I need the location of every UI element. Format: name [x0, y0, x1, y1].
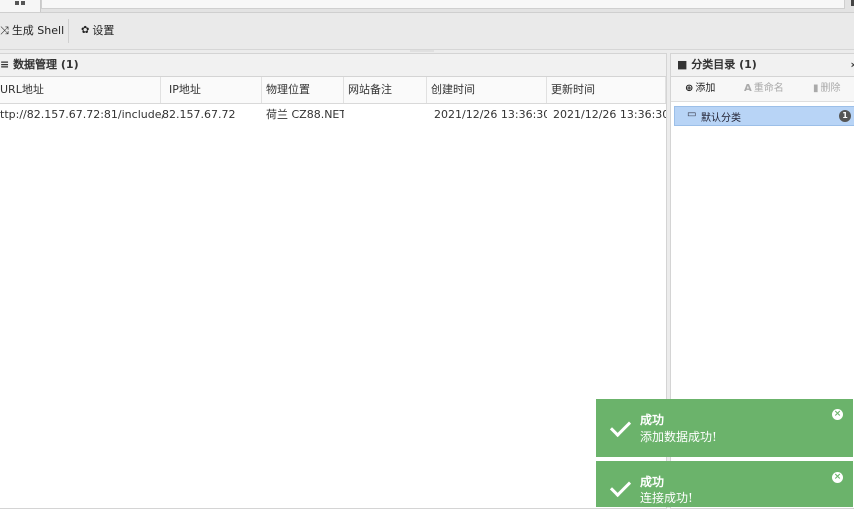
- generate-shell-button[interactable]: ⤨ 生成 Shell: [0, 22, 64, 40]
- folder-icon: ■: [677, 58, 688, 71]
- cell-ip: 82.157.67.72: [162, 108, 236, 121]
- main-toolbar: ⤨ 生成 Shell ✿ 设置: [0, 13, 854, 50]
- shuffle-icon: ⤨: [0, 24, 9, 37]
- resize-handle[interactable]: [410, 50, 434, 52]
- column-header-ip[interactable]: IP地址: [165, 77, 262, 103]
- column-header-url[interactable]: URL地址: [0, 77, 161, 103]
- toast-title: 成功: [640, 475, 665, 489]
- cell-created: 2021/12/26 13:36:30: [434, 108, 547, 121]
- close-icon[interactable]: ×: [832, 472, 843, 483]
- cell-location: 荷兰 CZ88.NET: [266, 108, 344, 121]
- column-header-updated[interactable]: 更新时间: [547, 77, 666, 103]
- toolbar-divider: [68, 19, 69, 43]
- rename-category-button[interactable]: A 重命名: [744, 77, 784, 101]
- toast-message: 连接成功!: [640, 491, 693, 505]
- plus-circle-icon: ⊕: [685, 83, 694, 94]
- checkmark-icon: [609, 415, 632, 438]
- list-icon: ≡: [0, 58, 10, 71]
- cell-updated: 2021/12/26 13:36:30: [553, 108, 666, 121]
- folder-outline-icon: ▭: [687, 109, 697, 120]
- data-management-panel: ≡ 数据管理 (1) URL地址 IP地址 物理位置 网站备注 创建时间 更新时…: [0, 50, 667, 509]
- data-panel-title: 数据管理 (1): [13, 58, 79, 71]
- toast-notification: 成功 添加数据成功! ×: [596, 399, 853, 457]
- font-icon: A: [744, 83, 752, 94]
- grid-icon: [15, 1, 25, 5]
- grid-header: URL地址 IP地址 物理位置 网站备注 创建时间 更新时间: [0, 77, 666, 104]
- toast-notification: 成功 连接成功! ×: [596, 461, 853, 507]
- category-toolbar: ⊕ 添加 A 重命名 ▮ 删除: [671, 77, 854, 102]
- category-panel-title: 分类目录 (1): [691, 58, 757, 71]
- tab-strip: [0, 0, 854, 13]
- trash-icon: ▮: [813, 83, 819, 94]
- column-header-location[interactable]: 物理位置: [262, 77, 344, 103]
- generate-shell-label: 生成 Shell: [11, 24, 65, 37]
- column-header-note[interactable]: 网站备注: [344, 77, 427, 103]
- delete-category-button[interactable]: ▮ 删除: [813, 77, 841, 101]
- delete-label: 删除: [820, 83, 841, 94]
- settings-button[interactable]: ✿ 设置: [81, 22, 114, 40]
- collapse-chevron-icon[interactable]: ›: [850, 54, 854, 76]
- add-label: 添加: [695, 83, 716, 94]
- tab-home[interactable]: [0, 0, 41, 12]
- gear-icon: ✿: [81, 25, 90, 36]
- category-item-label: 默认分类: [701, 113, 741, 124]
- toast-message: 添加数据成功!: [640, 430, 717, 444]
- settings-label: 设置: [92, 24, 115, 37]
- cell-note: [344, 104, 427, 126]
- cell-url: ttp://82.157.67.72:81/include/tar: [0, 108, 163, 121]
- column-header-created[interactable]: 创建时间: [427, 77, 547, 103]
- data-panel-header: ≡ 数据管理 (1): [0, 50, 666, 77]
- category-panel-header: ■ 分类目录 (1) ›: [671, 54, 854, 77]
- close-icon[interactable]: ×: [832, 409, 843, 420]
- toast-title: 成功: [640, 413, 665, 427]
- checkmark-icon: [609, 475, 632, 498]
- rename-label: 重命名: [753, 83, 784, 94]
- category-item[interactable]: ▭ 默认分类 1: [674, 106, 854, 126]
- tab-bar-area: [41, 0, 845, 9]
- category-count-badge: 1: [839, 110, 851, 122]
- add-category-button[interactable]: ⊕ 添加: [685, 77, 715, 101]
- table-row[interactable]: ttp://82.157.67.72:81/include/tar 82.157…: [0, 104, 666, 126]
